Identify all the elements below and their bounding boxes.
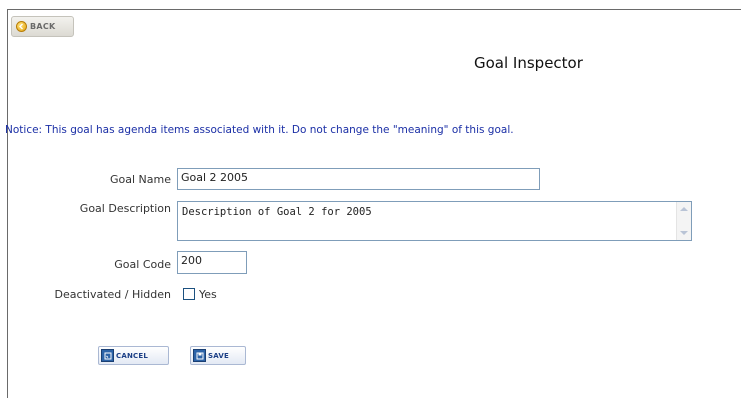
back-label: BACK [30,22,56,31]
deactivated-label: Deactivated / Hidden [54,288,171,301]
save-button[interactable]: SAVE [190,346,246,365]
back-arrow-icon [16,21,27,32]
deactivated-yes-label: Yes [199,288,217,301]
textarea-scrollbar[interactable] [676,202,691,240]
goal-code-input[interactable]: 200 [177,251,247,274]
cancel-label: CANCEL [116,351,148,360]
back-button[interactable]: BACK [11,16,74,37]
goal-description-textarea[interactable]: Description of Goal 2 for 2005 [177,201,692,241]
goal-code-label: Goal Code [114,258,171,271]
goal-name-input[interactable]: Goal 2 2005 [177,168,540,190]
goal-description-label: Goal Description [79,202,171,215]
save-icon [193,349,206,362]
cancel-icon [101,349,114,362]
chevron-down-icon[interactable] [680,231,688,235]
notice-text: Notice: This goal has agenda items assoc… [5,124,514,136]
page-title: Goal Inspector [474,54,583,72]
save-label: SAVE [208,351,229,360]
goal-description-value: Description of Goal 2 for 2005 [182,206,372,218]
cancel-button[interactable]: CANCEL [98,346,169,365]
chevron-up-icon[interactable] [680,207,688,211]
goal-name-label: Goal Name [110,173,171,186]
deactivated-checkbox[interactable] [183,288,195,300]
